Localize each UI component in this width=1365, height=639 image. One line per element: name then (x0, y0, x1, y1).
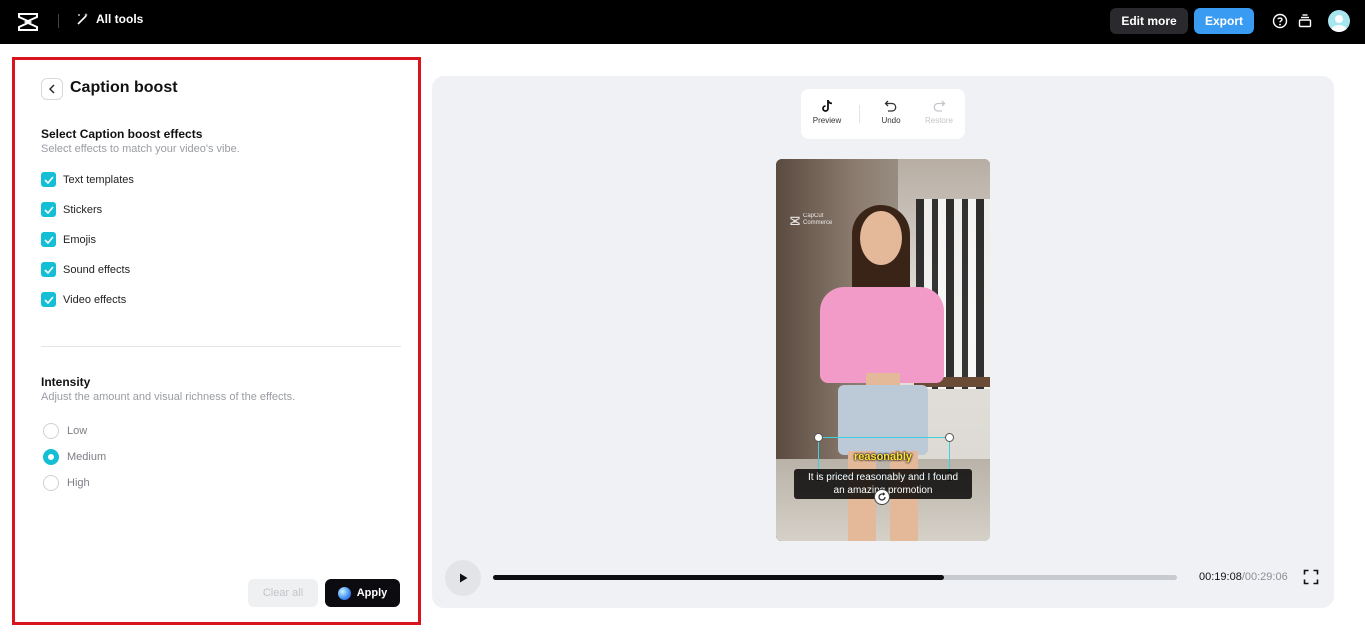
resize-handle[interactable] (814, 433, 823, 442)
progress-bar[interactable] (493, 575, 1177, 580)
restore-label: Restore (924, 116, 953, 125)
capcut-logo-icon (790, 216, 800, 225)
undo-button[interactable]: Undo (869, 99, 913, 125)
stack-icon[interactable] (1297, 13, 1313, 29)
video-preview[interactable]: CapCut Commerce reasonably It is priced … (776, 159, 990, 541)
option-label: Emojis (63, 233, 97, 246)
preview-button[interactable]: Preview (805, 99, 849, 125)
watermark-line: CapCut (803, 213, 824, 219)
option-stickers[interactable]: Stickers (41, 202, 102, 217)
all-tools-button[interactable]: All tools (76, 12, 143, 26)
time-display: 00:19:08/00:29:06 (1199, 571, 1288, 583)
section-divider (41, 346, 401, 347)
option-label: Text templates (63, 173, 134, 186)
edit-more-button[interactable]: Edit more (1110, 8, 1188, 34)
export-button[interactable]: Export (1194, 8, 1254, 34)
checkbox-checked-icon[interactable] (41, 172, 56, 187)
chevron-left-icon (49, 84, 55, 94)
checkbox-checked-icon[interactable] (41, 262, 56, 277)
capcut-logo-icon[interactable] (17, 11, 39, 31)
topbar-divider (58, 14, 59, 28)
radio-label: Medium (67, 451, 107, 463)
preview-label: Preview (812, 116, 842, 125)
play-button[interactable] (445, 560, 481, 596)
video-person (820, 287, 944, 383)
apply-label: Apply (356, 587, 388, 599)
intensity-section-subtitle: Adjust the amount and visual richness of… (41, 391, 296, 403)
fullscreen-icon[interactable] (1303, 569, 1319, 585)
caption-line: It is priced reasonably and I found (807, 472, 959, 483)
avatar[interactable] (1328, 10, 1350, 32)
option-emojis[interactable]: Emojis (41, 232, 96, 247)
option-label: Sound effects (63, 263, 131, 276)
radio-label: High (67, 477, 90, 489)
checkbox-checked-icon[interactable] (41, 202, 56, 217)
radio-label: Low (67, 425, 88, 437)
effects-section-subtitle: Select effects to match your video's vib… (41, 143, 240, 155)
toolbar-separator (859, 105, 860, 123)
intensity-option-high[interactable]: High (43, 475, 90, 491)
option-label: Video effects (63, 293, 127, 306)
intensity-section-title: Intensity (41, 375, 91, 389)
intensity-option-low[interactable]: Low (43, 423, 87, 439)
restore-button[interactable]: Restore (917, 99, 961, 125)
play-icon (460, 573, 468, 583)
total-time: /00:29:06 (1241, 571, 1288, 583)
preview-area: Preview Undo Restore CapCut Commerce rea… (432, 76, 1334, 608)
option-sound-effects[interactable]: Sound effects (41, 262, 130, 277)
progress-fill (493, 575, 945, 580)
sparkle-orb-icon (337, 586, 351, 600)
checkbox-checked-icon[interactable] (41, 292, 56, 307)
rotate-icon[interactable] (874, 489, 890, 505)
tiktok-icon (822, 100, 833, 112)
redo-icon (933, 100, 946, 112)
radio-unselected[interactable] (43, 423, 59, 439)
video-watermark: CapCut Commerce (790, 213, 832, 227)
apply-button[interactable]: Apply (325, 579, 400, 607)
clear-all-button[interactable]: Clear all (248, 579, 318, 607)
magic-wand-icon (77, 13, 88, 25)
preview-toolbar: Preview Undo Restore (801, 89, 965, 139)
effects-section-title: Select Caption boost effects (41, 127, 203, 141)
resize-handle[interactable] (945, 433, 954, 442)
top-bar: All tools Edit more Export (0, 0, 1365, 44)
caption-highlight-word: reasonably (853, 451, 913, 463)
video-person (860, 211, 902, 265)
back-button[interactable] (41, 78, 63, 100)
option-label: Stickers (63, 203, 103, 216)
all-tools-label: All tools (96, 12, 144, 26)
caption-boost-panel: Caption boost Select Caption boost effec… (12, 57, 421, 625)
intensity-option-medium[interactable]: Medium (43, 449, 106, 465)
panel-title: Caption boost (70, 79, 178, 96)
checkbox-checked-icon[interactable] (41, 232, 56, 247)
undo-label: Undo (881, 116, 901, 125)
option-video-effects[interactable]: Video effects (41, 292, 126, 307)
current-time: 00:19:08 (1199, 571, 1242, 583)
radio-selected[interactable] (43, 449, 59, 465)
option-text-templates[interactable]: Text templates (41, 172, 134, 187)
undo-icon (884, 100, 897, 112)
radio-unselected[interactable] (43, 475, 59, 491)
help-icon[interactable] (1272, 13, 1288, 29)
watermark-line: Commerce (803, 220, 833, 226)
